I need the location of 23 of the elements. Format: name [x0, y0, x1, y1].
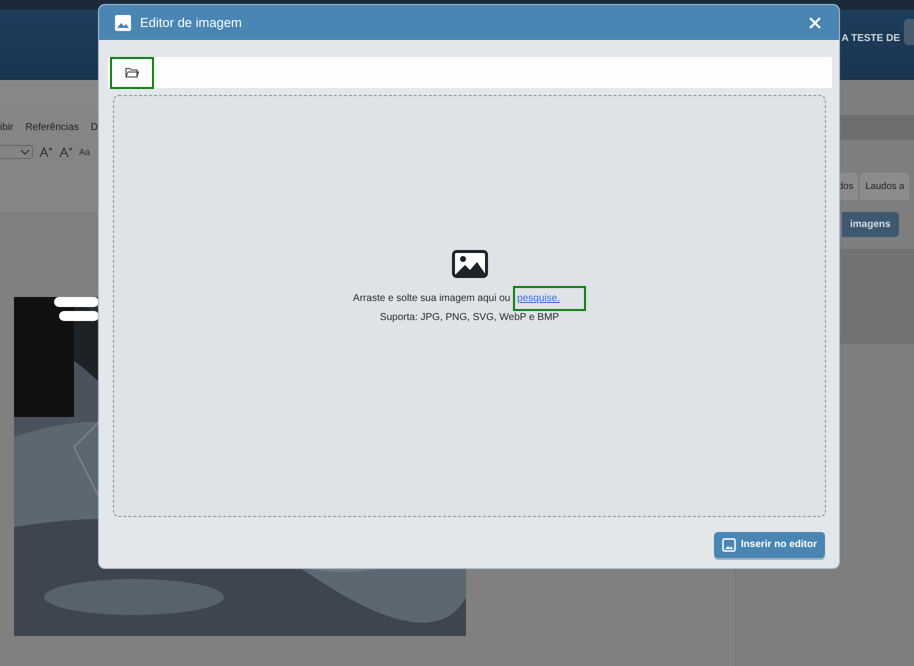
grow-font-icon[interactable]: [39, 146, 53, 158]
chevron-icon: [20, 149, 30, 155]
browse-link[interactable]: pesquise.: [513, 286, 586, 310]
tab[interactable]: Laudos a: [860, 173, 910, 200]
shrink-font-icon[interactable]: [59, 146, 73, 158]
supported-formats: Suporta: JPG, PNG, SVG, WebP e BMP: [380, 312, 560, 324]
image-icon: [115, 14, 131, 30]
open-folder-button[interactable]: [110, 56, 154, 88]
folder-icon: [125, 67, 139, 78]
insert-button[interactable]: Inserir no editor: [714, 532, 825, 558]
dialog-title: Editor de imagem: [140, 15, 243, 30]
font-size-dropdown[interactable]: [0, 145, 33, 159]
change-case-button[interactable]: Aa: [79, 147, 90, 157]
image-icon: [722, 538, 736, 552]
header-title: A TESTE DE: [841, 32, 900, 44]
drop-instruction: Arraste e solte sua imagem aqui ou pesquise.: [353, 288, 586, 308]
menu-item[interactable]: D: [90, 122, 98, 133]
menu-item[interactable]: Referências: [25, 122, 79, 133]
menu-item[interactable]: ibir: [0, 122, 14, 133]
images-button[interactable]: imagens: [842, 212, 899, 237]
close-button[interactable]: [807, 14, 823, 30]
drop-zone[interactable]: Arraste e solte sua imagem aqui ou pesquise. Suporta: JPG, PNG, SVG, WebP e BMP: [113, 95, 826, 517]
image-icon: [452, 250, 488, 278]
